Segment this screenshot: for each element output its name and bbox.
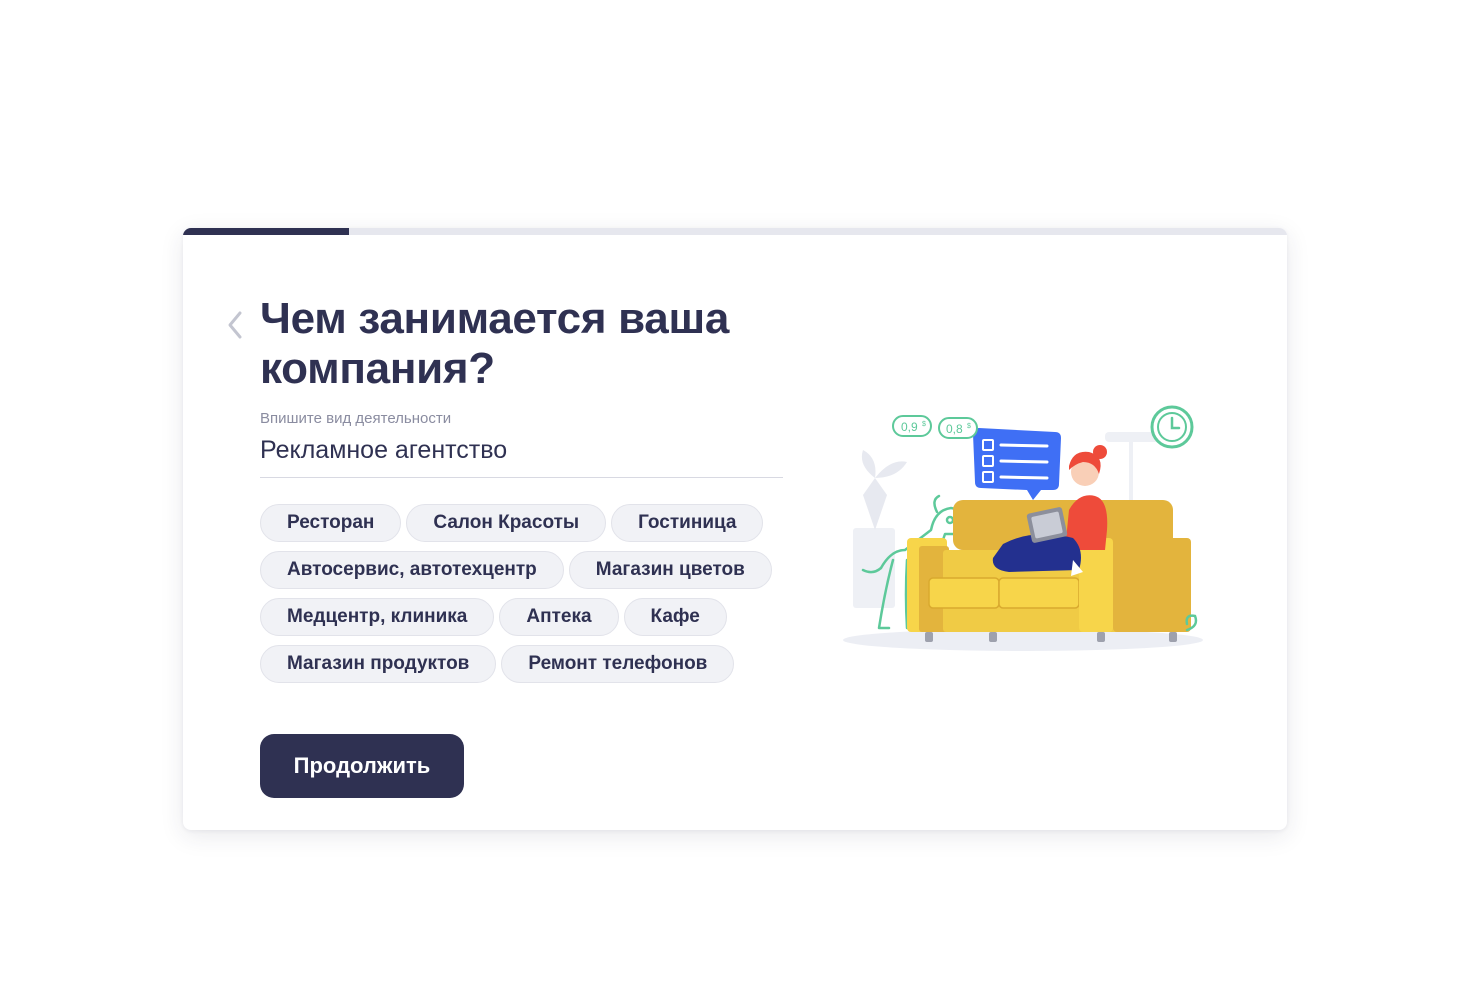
suggestion-chip[interactable]: Ресторан [260,504,402,542]
suggestion-chip[interactable]: Гостиница [611,504,764,542]
svg-text:$: $ [922,421,926,428]
suggestion-chips: Ресторан Салон Красоты Гостиница Автосервис… [260,504,800,683]
illustration: 0,9 $ 0,8 $ [843,405,1203,651]
suggestion-chip[interactable]: Магазин продуктов [260,645,497,683]
suggestion-chip[interactable]: Автосервис, автотехцентр [260,551,564,589]
activity-field-label: Впишите вид деятельности [260,410,452,427]
suggestion-chip[interactable]: Ремонт телефонов [501,645,735,683]
suggestion-chip[interactable]: Аптека [499,598,619,636]
svg-text:$: $ [967,423,971,430]
back-button[interactable] [221,308,249,342]
price-tag-1: 0,9 $ [892,415,932,437]
onboarding-card: Чем занимается ваша компания? Впишите ви… [183,228,1287,830]
price-tag-2: 0,8 $ [938,417,978,439]
page-title: Чем занимается ваша компания? [260,294,730,393]
svg-text:0,8: 0,8 [946,422,963,436]
activity-input[interactable] [260,436,783,478]
activity-field: Впишите вид деятельности [260,410,783,478]
chevron-left-icon [228,311,242,339]
clock-icon [1150,405,1194,449]
suggestion-chip[interactable]: Магазин цветов [568,551,772,589]
svg-text:0,9: 0,9 [901,420,918,434]
suggestion-chip[interactable]: Салон Красоты [406,504,607,542]
suggestion-chip[interactable]: Кафе [623,598,727,636]
progress-bar-fill [183,228,349,235]
checklist-bubble-icon [973,428,1061,500]
progress-bar [183,228,1287,235]
suggestion-chip[interactable]: Медцентр, клиника [260,598,495,636]
continue-button[interactable]: Продолжить [260,734,464,798]
